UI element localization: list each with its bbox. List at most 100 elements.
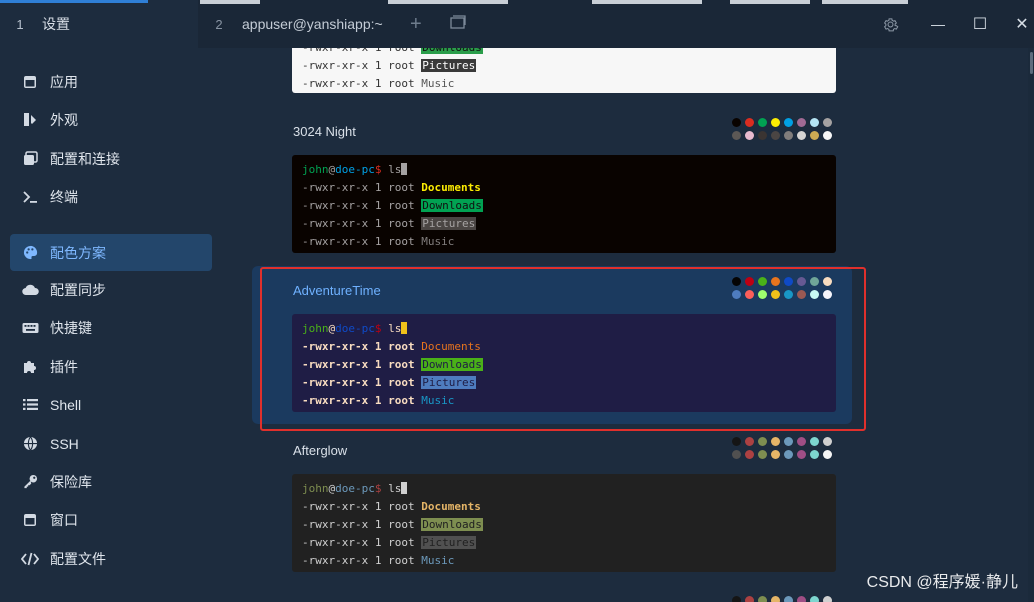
scheme-palette-partial	[732, 596, 845, 602]
puzzle-icon	[10, 359, 50, 374]
palette-color-swatch	[797, 131, 806, 140]
palette-color-swatch	[732, 118, 741, 127]
scrollbar-track[interactable]	[1028, 48, 1034, 602]
palette-color-swatch	[784, 118, 793, 127]
palette-color-swatch	[771, 450, 780, 459]
window-icon	[10, 513, 50, 527]
sidebar-item-label: SSH	[50, 435, 79, 452]
keyboard-icon	[10, 322, 50, 334]
sidebar-item-profiles[interactable]: 配置和连接	[10, 140, 212, 177]
sidebar-item-label: 终端	[50, 188, 78, 205]
app-window-icon	[10, 75, 50, 89]
sidebar-item-color-scheme[interactable]: 配色方案	[10, 234, 212, 271]
scheme-name[interactable]: 3024 Night	[293, 124, 356, 139]
annotation-highlight-box	[260, 267, 866, 431]
watermark: CSDN @程序媛·静儿	[866, 574, 1018, 591]
palette-color-swatch	[732, 437, 741, 446]
palette-color-swatch	[810, 437, 819, 446]
scheme-preview-afterglow[interactable]: john@doe-pc$ ls -rwxr-xr-x 1 root Docume…	[292, 474, 836, 572]
palette-color-swatch	[823, 596, 832, 602]
palette-color-swatch	[810, 118, 819, 127]
terminal-line: -rwxr-xr-x 1 root Pictures	[302, 536, 477, 549]
maximize-button[interactable]: ☐	[958, 0, 1002, 48]
brush-icon	[10, 112, 50, 127]
palette-color-swatch	[797, 118, 806, 127]
terminal-line: -rwxr-xr-x 1 root Music	[302, 554, 455, 567]
minimize-button[interactable]: —	[916, 0, 960, 48]
scheme-preview-light[interactable]: -rwxr-xr-x 1 root Downloads -rwxr-xr-x 1…	[292, 48, 836, 93]
tab-label: appuser@yanshiapp:~	[242, 16, 383, 32]
sidebar-item-terminal[interactable]: 终端	[10, 178, 212, 215]
profiles-icon	[10, 151, 50, 166]
palette-color-swatch	[784, 437, 793, 446]
sidebar-item-config-sync[interactable]: 配置同步	[10, 271, 212, 308]
sidebar-item-label: Shell	[50, 396, 82, 413]
sidebar-item-hotkeys[interactable]: 快捷键	[10, 309, 212, 346]
scheme-name[interactable]: Afterglow	[293, 443, 347, 458]
sidebar-item-label: 配置同步	[50, 281, 106, 298]
terminal-line: -rwxr-xr-x 1 root Pictures	[302, 59, 477, 72]
sidebar-item-label: 插件	[50, 358, 78, 375]
sidebar-item-window[interactable]: 窗口	[10, 501, 212, 538]
palette-color-swatch	[758, 131, 767, 140]
sidebar-item-config-file[interactable]: 配置文件	[10, 540, 212, 577]
file-pictures: Pictures	[421, 536, 477, 549]
tab-settings[interactable]: 1 设置	[0, 0, 198, 48]
palette-color-swatch	[797, 450, 806, 459]
terminal-line: -rwxr-xr-x 1 root Downloads	[302, 199, 483, 212]
terminal-line: -rwxr-xr-x 1 root Pictures	[302, 217, 477, 230]
palette-color-swatch	[810, 131, 819, 140]
palette-color-swatch	[758, 450, 767, 459]
sidebar-item-label: 配置文件	[50, 550, 106, 567]
terminal-line: -rwxr-xr-x 1 root Documents	[302, 181, 481, 194]
gear-icon[interactable]	[868, 0, 912, 48]
sidebar-item-application[interactable]: 应用	[10, 63, 212, 100]
scrollbar-thumb[interactable]	[1030, 52, 1033, 74]
palette-color-swatch	[771, 118, 780, 127]
cursor	[401, 482, 408, 494]
palette-color-swatch	[758, 596, 767, 602]
file-documents: Documents	[421, 181, 481, 194]
palette-color-swatch	[771, 131, 780, 140]
scheme-palette	[732, 437, 845, 459]
palette-icon	[10, 245, 50, 260]
terminal-prompt-line: john@doe-pc$ ls	[302, 161, 826, 179]
palette-color-swatch	[745, 596, 754, 602]
background-window-strip	[592, 0, 702, 4]
title-bar: 1 设置 2 appuser@yanshiapp:~ + — ☐ ✕	[0, 0, 1034, 48]
terminal-prompt-line: john@doe-pc$ ls	[302, 480, 826, 498]
terminal-icon	[10, 190, 50, 204]
terminal-line: -rwxr-xr-x 1 root Documents	[302, 500, 481, 513]
scheme-preview-3024-night[interactable]: john@doe-pc$ ls -rwxr-xr-x 1 root Docume…	[292, 155, 836, 253]
settings-window: 1 设置 2 appuser@yanshiapp:~ + — ☐ ✕ 应用 外观	[0, 0, 1034, 602]
list-icon	[10, 398, 50, 411]
sidebar-item-appearance[interactable]: 外观	[10, 101, 212, 138]
settings-sidebar: 应用 外观 配置和连接 终端 配色方案 配置同步 快捷键 插件 Shell SS…	[0, 48, 224, 602]
palette-color-swatch	[745, 131, 754, 140]
tab-ssh-session[interactable]: 2 appuser@yanshiapp:~ +	[198, 0, 600, 48]
file-pictures: Pictures	[421, 217, 477, 230]
sidebar-item-label: 应用	[50, 73, 78, 90]
scheme-palette	[732, 118, 845, 140]
palette-color-swatch	[823, 118, 832, 127]
sidebar-item-label: 快捷键	[50, 319, 92, 336]
palette-spacer	[836, 450, 845, 459]
sidebar-item-ssh[interactable]: SSH	[10, 425, 212, 462]
terminal-line: -rwxr-xr-x 1 root Music	[302, 77, 455, 90]
sidebar-item-label: 配置和连接	[50, 150, 120, 167]
sidebar-item-vault[interactable]: 保险库	[10, 463, 212, 500]
cloud-icon	[10, 284, 50, 296]
palette-color-swatch	[784, 131, 793, 140]
palette-color-swatch	[797, 596, 806, 602]
sidebar-item-shell[interactable]: Shell	[10, 386, 212, 423]
palette-color-swatch	[823, 450, 832, 459]
file-music: Music	[421, 554, 455, 567]
palette-color-swatch	[771, 437, 780, 446]
palette-spacer	[836, 437, 845, 446]
palette-color-swatch	[797, 437, 806, 446]
sidebar-item-plugins[interactable]: 插件	[10, 348, 212, 385]
split-view-icon[interactable]	[450, 15, 466, 29]
new-tab-button[interactable]: +	[410, 13, 422, 36]
close-button[interactable]: ✕	[1000, 0, 1034, 48]
file-downloads: Downloads	[421, 199, 483, 212]
